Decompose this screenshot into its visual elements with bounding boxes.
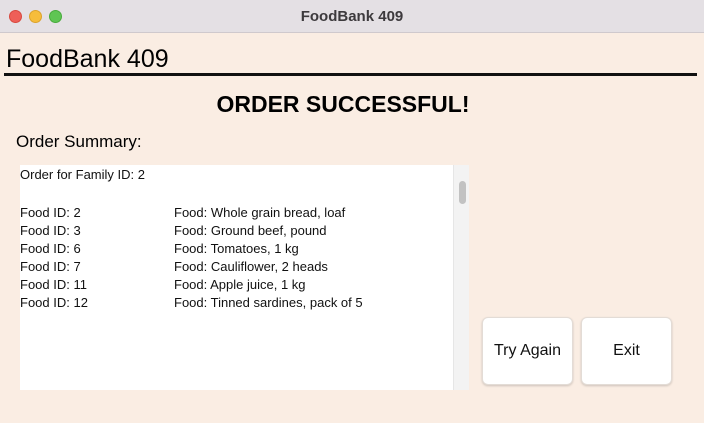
title-bar: FoodBank 409	[0, 0, 704, 33]
exit-button[interactable]: Exit	[581, 317, 672, 385]
app-window: FoodBank 409 FoodBank 409 ORDER SUCCESSF…	[0, 0, 704, 423]
order-item-row: Food ID: 11 Food: Apple juice, 1 kg	[20, 277, 450, 295]
vertical-scrollbar[interactable]	[453, 165, 469, 390]
order-item-row: Food ID: 7 Food: Cauliflower, 2 heads	[20, 259, 450, 277]
food-name-text: Food: Ground beef, pound	[174, 223, 327, 238]
order-summary-text-area[interactable]: Order for Family ID: 2 Food ID: 2 Food: …	[20, 165, 469, 390]
order-status-banner: ORDER SUCCESSFUL!	[216, 91, 470, 117]
header-divider	[4, 73, 697, 76]
try-again-button[interactable]: Try Again	[482, 317, 573, 385]
food-name-text: Food: Whole grain bread, loaf	[174, 205, 346, 220]
food-name-text: Food: Tinned sardines, pack of 5	[174, 295, 363, 310]
food-id-text: Food ID: 11	[20, 277, 87, 292]
order-item-row: Food ID: 12 Food: Tinned sardines, pack …	[20, 295, 450, 313]
order-summary-label: Order Summary:	[16, 132, 142, 151]
food-name-text: Food: Tomatoes, 1 kg	[174, 241, 299, 256]
food-id-text: Food ID: 3	[20, 223, 81, 238]
food-id-text: Food ID: 2	[20, 205, 81, 220]
scrollbar-thumb[interactable]	[459, 181, 466, 204]
food-id-text: Food ID: 6	[20, 241, 81, 256]
order-item-row: Food ID: 6 Food: Tomatoes, 1 kg	[20, 241, 450, 259]
order-item-row: Food ID: 2 Food: Whole grain bread, loaf	[20, 205, 450, 223]
family-id-line: Order for Family ID: 2	[20, 167, 145, 182]
food-name-text: Food: Apple juice, 1 kg	[174, 277, 306, 292]
food-name-text: Food: Cauliflower, 2 heads	[174, 259, 328, 274]
window-title: FoodBank 409	[300, 8, 404, 25]
food-id-text: Food ID: 7	[20, 259, 81, 274]
food-id-text: Food ID: 12	[20, 295, 88, 310]
order-item-row: Food ID: 3 Food: Ground beef, pound	[20, 223, 450, 241]
app-header-title: FoodBank 409	[6, 45, 169, 73]
